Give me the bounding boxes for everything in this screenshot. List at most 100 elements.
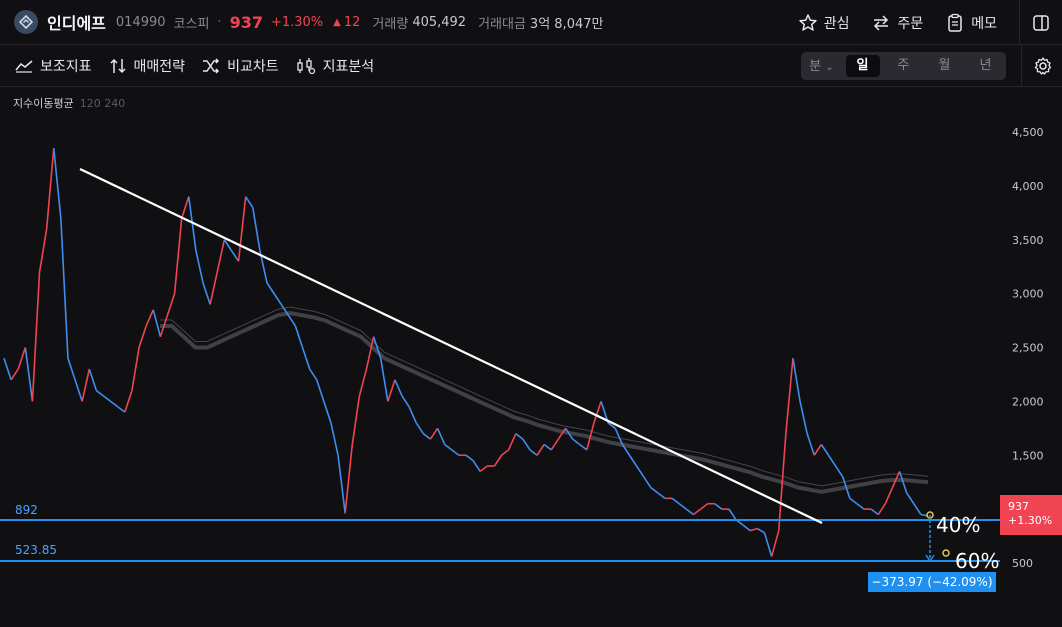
price-segment xyxy=(870,508,879,516)
watchlist-button[interactable]: 관심 xyxy=(798,13,849,33)
indicator-chart-icon xyxy=(15,59,33,73)
price-segment xyxy=(202,282,211,305)
amount-label: 거래대금 xyxy=(478,16,526,32)
period-minute-label: 분 xyxy=(809,58,822,74)
price-segment xyxy=(38,228,48,273)
header-actions: 관심 주문 메모 xyxy=(798,0,1062,45)
price-segment xyxy=(898,471,908,494)
price-segment xyxy=(287,314,297,327)
settings-button[interactable] xyxy=(1021,45,1062,87)
price-segment xyxy=(501,449,510,456)
y-tick-label: 3,500 xyxy=(1012,234,1044,247)
price-segment xyxy=(394,379,403,397)
price-segment xyxy=(700,503,709,510)
buy-sell-arrows-icon xyxy=(110,58,126,73)
price-segment xyxy=(827,454,837,467)
price-segment xyxy=(3,358,12,381)
price-segment xyxy=(757,527,765,534)
y-tick-label: 4,500 xyxy=(1012,126,1044,139)
price-segment xyxy=(67,358,76,381)
price-tag-change: +1.30% xyxy=(1008,514,1053,527)
price-segment xyxy=(308,368,318,381)
price-segment xyxy=(479,465,488,473)
price-segment xyxy=(422,433,431,440)
price-segment xyxy=(180,196,190,219)
price-segment xyxy=(685,508,694,516)
price-segment xyxy=(17,347,27,370)
price-segment xyxy=(522,438,531,451)
price-segment xyxy=(884,487,894,505)
price-segment xyxy=(358,368,368,397)
price-segment xyxy=(742,524,751,532)
indicators-label: 보조지표 xyxy=(40,58,92,75)
price-segment xyxy=(294,325,304,348)
minute-caret-icon: ⌄ xyxy=(825,61,834,73)
amount-value: 3억 8,047만 xyxy=(529,16,604,32)
order-label: 주문 xyxy=(897,15,924,32)
period-week[interactable]: 주 xyxy=(887,55,921,77)
current-price-tag: 937 +1.30% xyxy=(1000,495,1062,535)
price-segment xyxy=(45,148,55,230)
price-segment xyxy=(657,492,666,499)
price-segment xyxy=(415,422,425,435)
price-segment xyxy=(799,401,808,434)
price-segment xyxy=(216,239,226,273)
price-segment xyxy=(351,395,361,445)
price-segment xyxy=(543,443,552,451)
price-segment xyxy=(145,309,154,327)
divider xyxy=(1019,0,1020,45)
separator-dot: · xyxy=(217,14,222,30)
strategy-button[interactable]: 매매전략 xyxy=(108,56,186,76)
price-segment xyxy=(244,196,254,208)
indicators-button[interactable]: 보조지표 xyxy=(14,56,92,76)
candlestick-icon xyxy=(296,57,315,74)
period-year[interactable]: 년 xyxy=(969,55,1003,77)
moving-average-lines xyxy=(160,306,929,494)
period-minute[interactable]: 분 ⌄ xyxy=(805,55,839,78)
memo-icon xyxy=(948,13,962,32)
price-segment xyxy=(714,503,723,510)
price-segment xyxy=(515,433,524,440)
stock-code: 014990 xyxy=(115,14,166,30)
price-segment xyxy=(344,444,354,514)
price-segment xyxy=(173,218,183,294)
price-segment xyxy=(195,250,204,284)
price-segment xyxy=(628,454,638,467)
price-segment xyxy=(81,368,91,402)
price-segment xyxy=(152,309,162,337)
horizontal-levels[interactable] xyxy=(0,519,1000,562)
price-segment xyxy=(849,497,858,505)
stock-market: 코스피 xyxy=(173,16,210,32)
price-segment xyxy=(230,250,240,262)
price-segment xyxy=(650,486,659,494)
volume-label: 거래량 xyxy=(372,16,409,32)
price-segment xyxy=(31,272,41,402)
order-button[interactable]: 주문 xyxy=(871,13,923,33)
price-segment xyxy=(465,454,474,462)
price-segment xyxy=(436,427,446,445)
compare-button[interactable]: 비교차트 xyxy=(201,56,279,76)
analysis-button[interactable]: 지표분석 xyxy=(295,56,374,76)
price-segment xyxy=(529,449,538,456)
current-price: 937 xyxy=(229,12,263,32)
y-tick-label: 500 xyxy=(1012,557,1033,570)
measure-percent-top: 40% xyxy=(936,513,981,537)
ma-240-line xyxy=(160,306,929,487)
price-segment xyxy=(493,454,503,467)
strategy-label: 매매전략 xyxy=(133,58,186,75)
price-segment xyxy=(209,271,219,305)
price-segment xyxy=(401,395,410,408)
price-segment xyxy=(877,503,887,515)
price-segment xyxy=(387,379,396,402)
measure-end-point xyxy=(942,549,950,557)
period-day[interactable]: 일 xyxy=(845,55,880,77)
memo-button[interactable]: 메모 xyxy=(945,13,997,33)
period-month[interactable]: 월 xyxy=(928,55,962,77)
price-chart[interactable]: 4,500 4,000 3,500 3,000 2,500 2,000 1,500 500 xyxy=(0,87,1062,627)
price-segment xyxy=(124,390,133,413)
panel-toggle-button[interactable] xyxy=(1032,14,1050,32)
price-segment xyxy=(635,465,645,478)
stock-logo-icon xyxy=(14,10,38,34)
price-segment xyxy=(88,368,98,391)
period-selector: 분 ⌄ 일 주 월 년 xyxy=(801,52,1006,80)
